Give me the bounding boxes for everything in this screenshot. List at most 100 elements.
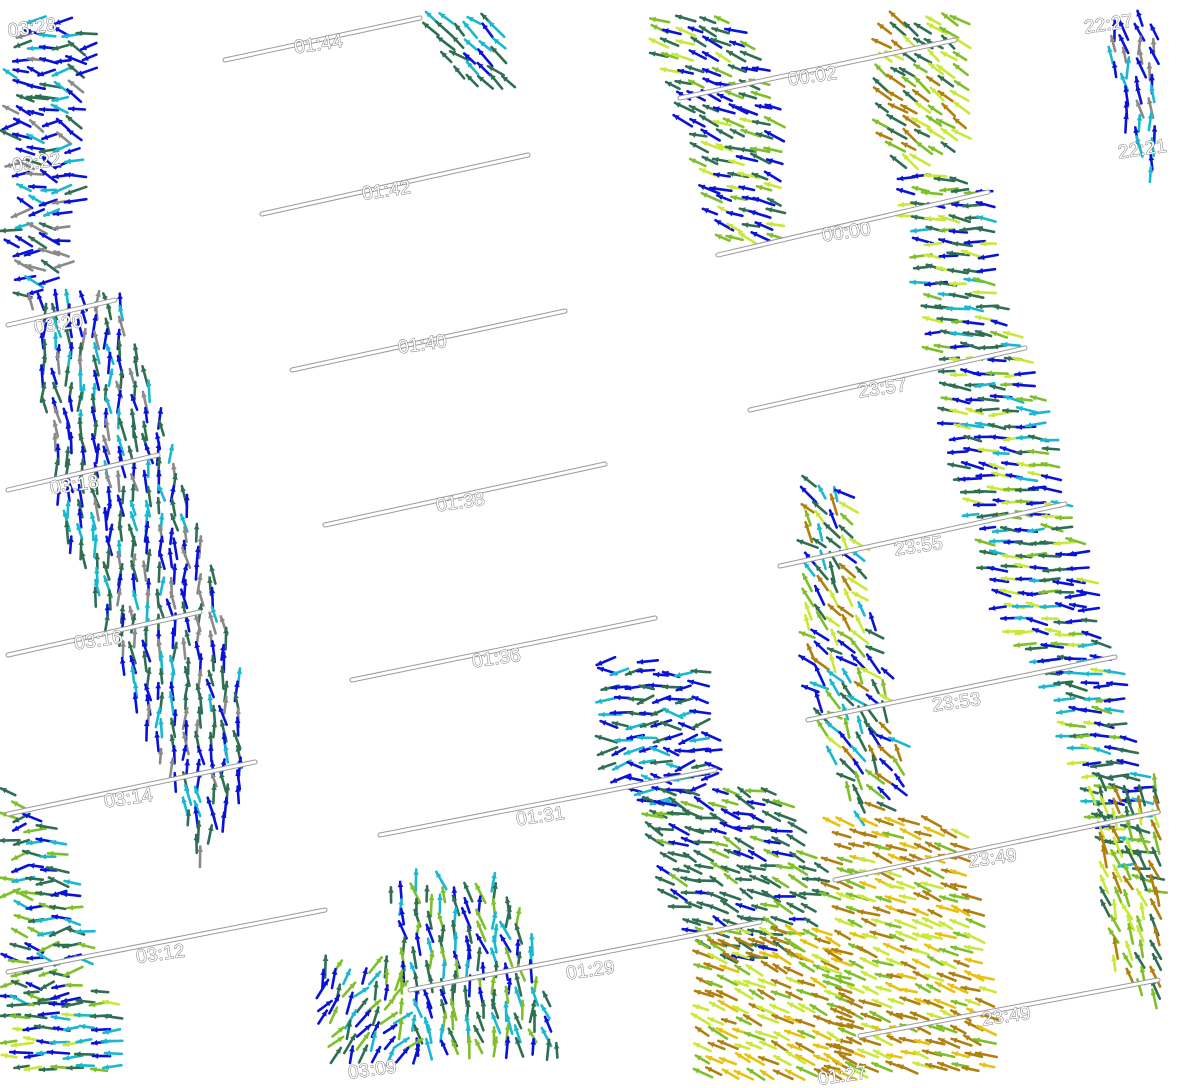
- wind-arrow-head: [184, 760, 191, 766]
- wind-arrow-head: [62, 1011, 68, 1018]
- wind-arrow-head: [40, 853, 46, 860]
- time-label-right-3: 23:55: [893, 533, 944, 561]
- time-label-right-0: 00:02: [787, 63, 838, 91]
- wind-arrow-head: [1054, 697, 1061, 703]
- wind-arrow-head: [77, 370, 84, 376]
- wind-vector-map: 03:28 03:22 03:20 03:18 03:16 03:14 03:1…: [0, 9, 1169, 1088]
- wind-arrow-head: [1111, 900, 1118, 906]
- time-label-left-1: 03:22: [11, 149, 62, 177]
- wind-arrow-head: [428, 895, 435, 901]
- wind-arrow-head: [940, 356, 946, 362]
- wind-arrow-head: [236, 668, 243, 674]
- wind-arrow-head: [67, 904, 74, 911]
- wind-arrow-head: [29, 183, 35, 190]
- wind-arrow-head: [54, 352, 61, 358]
- wind-arrow-head: [803, 876, 809, 882]
- wind-arrow-head: [13, 1026, 20, 1032]
- wind-arrow-head: [66, 982, 72, 989]
- wind-arrow-head: [1064, 669, 1071, 676]
- wind-arrow-head: [911, 227, 917, 234]
- wind-arrow-head: [948, 449, 954, 456]
- wind-arrow-head: [529, 934, 535, 940]
- wind-arrow-head: [480, 963, 486, 969]
- wind-arrow-head: [193, 561, 200, 568]
- wind-arrow-head: [973, 370, 979, 377]
- wind-arrow-head: [1042, 615, 1048, 622]
- wind-arrow-head: [1017, 434, 1023, 441]
- wind-arrow-head: [1016, 576, 1022, 582]
- wind-arrow-head: [1083, 671, 1089, 677]
- wind-arrow-head: [1146, 63, 1153, 69]
- wind-arrow-head: [69, 106, 75, 112]
- wind-arrow-head: [961, 489, 967, 495]
- wind-arrow-head: [965, 382, 971, 388]
- time-label-middle-3: 01:38: [435, 489, 486, 517]
- wind-arrow-head: [451, 887, 458, 893]
- wind-arrow-head: [736, 876, 742, 883]
- wind-arrow-head: [1068, 642, 1075, 648]
- time-label-middle-4: 01:36: [471, 645, 522, 673]
- wind-arrow-head: [1085, 814, 1091, 820]
- wind-arrow-head: [27, 955, 33, 961]
- wind-arrow-head: [1081, 798, 1087, 805]
- wind-arrow-head: [553, 1043, 560, 1049]
- wind-arrow-head: [28, 56, 34, 63]
- wind-arrow-head: [1084, 696, 1091, 702]
- wind-arrow-head: [1012, 603, 1019, 610]
- wind-arrow-head: [938, 291, 945, 298]
- wind-arrow-head: [1150, 39, 1157, 45]
- wind-arrow-head: [493, 961, 500, 968]
- wind-arrow-head: [91, 988, 98, 995]
- wind-arrow-head: [1068, 760, 1074, 766]
- wind-arrow-head: [106, 590, 113, 596]
- wind-arrow-head: [925, 215, 931, 222]
- wind-arrow-head: [208, 631, 214, 637]
- wind-arrow-head: [437, 894, 443, 900]
- time-label-right-1: 00:00: [821, 219, 872, 247]
- wind-arrow-head: [637, 797, 644, 804]
- time-label-right-8: 22:21: [1117, 136, 1168, 164]
- wind-arrow-head: [1054, 619, 1061, 626]
- wind-arrow-head: [681, 889, 688, 896]
- time-label-middle-0: 01:44: [293, 31, 345, 59]
- wind-arrow-head: [924, 172, 931, 179]
- time-label-left-4: 03:16: [73, 627, 124, 655]
- wind-arrow-head: [1001, 381, 1007, 388]
- wind-arrow-head: [1030, 658, 1036, 665]
- wind-arrow-head: [383, 956, 389, 963]
- time-label-middle-6: 01:29: [565, 957, 616, 985]
- wind-arrow-head: [962, 512, 969, 519]
- wind-arrow-head: [47, 1049, 54, 1056]
- wind-arrow-head: [154, 732, 160, 738]
- time-label-middle-1: 01:42: [361, 177, 412, 205]
- wind-arrow-head: [1043, 445, 1049, 452]
- wind-arrow-head: [1056, 733, 1062, 740]
- wind-arrow-head: [235, 708, 242, 714]
- wind-arrow-head: [977, 565, 983, 571]
- time-label-left-5: 03:14: [103, 785, 155, 813]
- wind-arrow-head: [490, 899, 497, 905]
- wind-arrow-head: [761, 862, 767, 869]
- wind-arrow-head: [397, 881, 404, 888]
- wind-arrow-head: [979, 344, 986, 351]
- wind-arrow-head: [1055, 566, 1061, 573]
- wind-arrow-head: [322, 955, 329, 961]
- wind-arrow-head: [119, 605, 126, 612]
- wind-arrow-head: [910, 279, 916, 286]
- wind-arrow-head: [120, 486, 127, 493]
- wind-arrow-head: [1001, 563, 1007, 569]
- wind-arrow-head: [115, 471, 122, 477]
- wind-arrow-head: [131, 463, 137, 469]
- wind-arrow-head: [1030, 564, 1037, 571]
- time-label-right-6: 23:49: [981, 1003, 1032, 1031]
- wind-arrow-head: [78, 539, 84, 546]
- wind-arrow-head: [208, 745, 214, 751]
- wind-arrow-head: [615, 694, 621, 701]
- wind-arrow-head: [77, 418, 83, 424]
- wind-arrow-head: [1151, 774, 1158, 780]
- wind-arrow-head: [207, 577, 213, 583]
- wind-arrow-head: [1068, 745, 1074, 751]
- wind-arrow-head: [117, 293, 123, 299]
- wind-arrow-head: [10, 1049, 16, 1056]
- wind-arrow-head: [155, 631, 162, 637]
